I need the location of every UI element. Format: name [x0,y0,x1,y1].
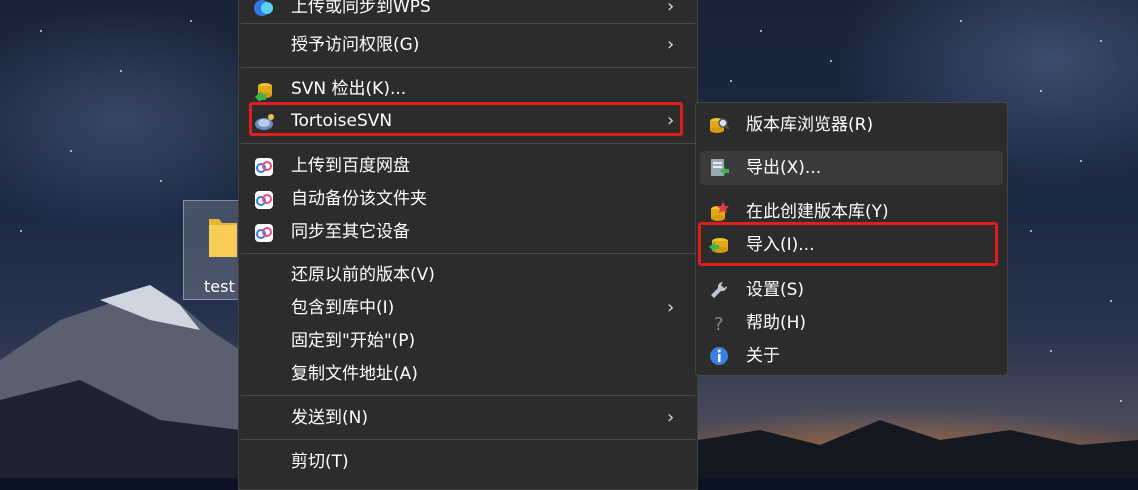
submenu-item-label: 导出(X)... [746,158,822,178]
repo-browser-icon [710,118,730,133]
menu-item-label: 剪切(T) [291,452,349,472]
menu-separator [241,143,695,144]
submenu-item-settings[interactable]: 设置(S) [696,273,1007,307]
menu-item-label: 自动备份该文件夹 [291,189,427,209]
menu-item-copy-path[interactable]: 复制文件地址(A) [239,358,697,390]
highlight-import [698,222,998,266]
submenu-item-label: 关于 [746,346,780,366]
folder-icon [209,219,237,257]
menu-separator [241,395,695,396]
submenu-item-repo-browser[interactable]: 版本库浏览器(R) [696,108,1007,142]
desktop-file-test[interactable]: test [183,200,239,300]
submenu-item-export[interactable]: 导出(X)... [700,151,1003,185]
menu-item-label: 上传或同步到WPS [291,0,431,17]
menu-item-label: 复制文件地址(A) [291,364,418,384]
menu-item-include-library[interactable]: 包含到库中(I) › [239,292,697,324]
menu-item-label: 上传到百度网盘 [291,156,410,176]
menu-item-wps-sync[interactable]: 上传或同步到WPS › [239,0,697,23]
menu-item-label: 还原以前的版本(V) [291,265,435,285]
menu-item-upload-baidu[interactable]: 上传到百度网盘 [239,150,697,182]
menu-separator [241,439,695,440]
export-icon [711,159,729,176]
menu-item-send-to[interactable]: 发送到(N) › [239,402,697,434]
baidu-netdisk-icon [255,158,273,176]
menu-item-pin-start[interactable]: 固定到"开始"(P) [239,325,697,357]
menu-item-label: 包含到库中(I) [291,298,395,318]
baidu-netdisk-icon [255,191,273,209]
menu-item-label: 同步至其它设备 [291,222,410,242]
baidu-netdisk-icon [255,224,273,242]
wps-cloud-icon [254,0,273,16]
submenu-item-label: 设置(S) [746,280,805,300]
context-menu: 上传或同步到WPS › 授予访问权限(G) › SVN 检出(K)... Tor… [238,0,698,490]
menu-separator [241,67,695,68]
chevron-right-icon: › [667,297,675,318]
menu-item-svn-checkout[interactable]: SVN 检出(K)... [239,73,697,105]
menu-item-restore-versions[interactable]: 还原以前的版本(V) [239,259,697,291]
file-label: test [204,277,235,296]
menu-separator [241,23,695,24]
wrench-icon [711,281,728,298]
menu-item-cut[interactable]: 剪切(T) [239,446,697,478]
svg-text:?: ? [714,314,724,334]
submenu-item-help[interactable]: ? 帮助(H) [696,306,1007,340]
menu-separator [241,253,695,254]
help-icon: ? [714,314,724,334]
create-repo-icon [711,202,729,221]
submenu-item-about[interactable]: 关于 [696,339,1007,373]
info-icon [710,347,728,365]
svn-checkout-icon [255,83,272,101]
submenu-item-label: 帮助(H) [746,313,807,333]
chevron-right-icon: › [667,34,675,55]
chevron-right-icon: › [667,0,675,17]
menu-item-auto-backup[interactable]: 自动备份该文件夹 [239,183,697,215]
menu-item-label: SVN 检出(K)... [291,79,407,99]
menu-item-sync-devices[interactable]: 同步至其它设备 [239,216,697,248]
highlight-tortoisesvn [249,102,683,136]
menu-item-label: 授予访问权限(G) [291,35,420,55]
menu-item-grant-access[interactable]: 授予访问权限(G) › [239,29,697,61]
chevron-right-icon: › [667,407,675,428]
submenu-item-label: 版本库浏览器(R) [746,115,874,135]
menu-item-label: 发送到(N) [291,408,368,428]
menu-item-label: 固定到"开始"(P) [291,331,416,351]
